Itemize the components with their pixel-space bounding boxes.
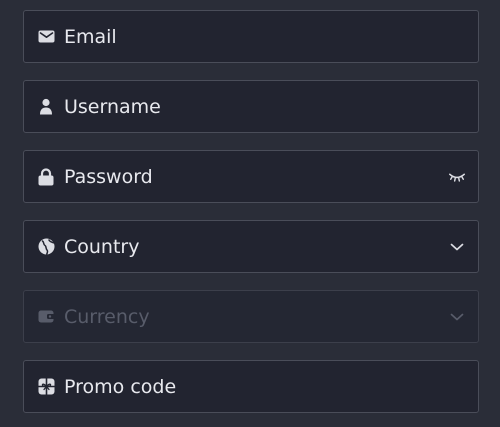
currency-placeholder: Currency [64, 305, 150, 328]
globe-icon [37, 238, 55, 256]
country-placeholder: Country [64, 235, 140, 258]
chevron-down-icon[interactable] [448, 238, 466, 256]
password-field[interactable]: Password [23, 150, 479, 203]
lock-icon [37, 167, 55, 186]
promo-code-placeholder: Promo code [64, 375, 177, 398]
registration-form: Email Username Password Country Currency… [0, 0, 500, 427]
password-placeholder: Password [64, 165, 153, 188]
username-placeholder: Username [64, 95, 161, 118]
country-select[interactable]: Country [23, 220, 479, 273]
chevron-down-icon [448, 308, 466, 326]
promo-code-field[interactable]: Promo code [23, 360, 479, 413]
currency-select[interactable]: Currency [23, 290, 479, 343]
username-field[interactable]: Username [23, 80, 479, 133]
email-placeholder: Email [64, 25, 117, 48]
user-icon [37, 98, 55, 116]
gift-icon [37, 378, 55, 396]
eye-closed-icon[interactable] [448, 168, 466, 186]
envelope-icon [37, 28, 55, 46]
wallet-icon [37, 308, 55, 326]
email-field[interactable]: Email [23, 10, 479, 63]
